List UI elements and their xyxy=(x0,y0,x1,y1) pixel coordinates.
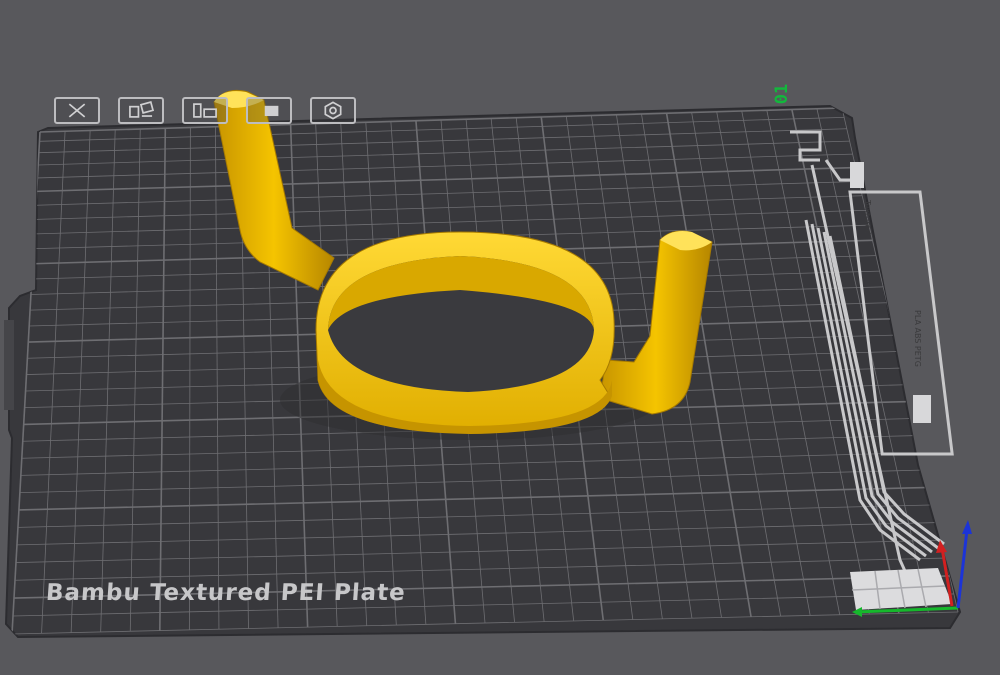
plate-name-label: Bambu Textured PEI Plate xyxy=(45,580,407,606)
3d-viewport[interactable]: Textured PLA ABS PETG 01 Bambu Textured … xyxy=(0,0,1000,671)
plate-settings-button[interactable] xyxy=(310,97,356,124)
plate-tab-left xyxy=(4,320,14,410)
orient-plate-button[interactable] xyxy=(182,97,228,124)
plate-side-text: PLA ABS PETG xyxy=(913,310,922,367)
delete-plate-button[interactable] xyxy=(54,97,100,124)
y-axis-arrow xyxy=(962,520,972,534)
plate-number[interactable]: 01 xyxy=(772,84,792,104)
y-axis xyxy=(956,529,969,609)
close-icon xyxy=(68,103,86,118)
arrange-plate-button[interactable] xyxy=(118,97,164,124)
hexagon-gear-icon xyxy=(324,101,342,120)
origin-marker xyxy=(850,568,952,610)
plate-side-text-2: Textured xyxy=(863,200,872,235)
lock-plate-button[interactable] xyxy=(246,97,292,124)
arrange-icon xyxy=(129,101,155,118)
lock-icon xyxy=(264,105,279,117)
orient-icon xyxy=(193,103,217,118)
